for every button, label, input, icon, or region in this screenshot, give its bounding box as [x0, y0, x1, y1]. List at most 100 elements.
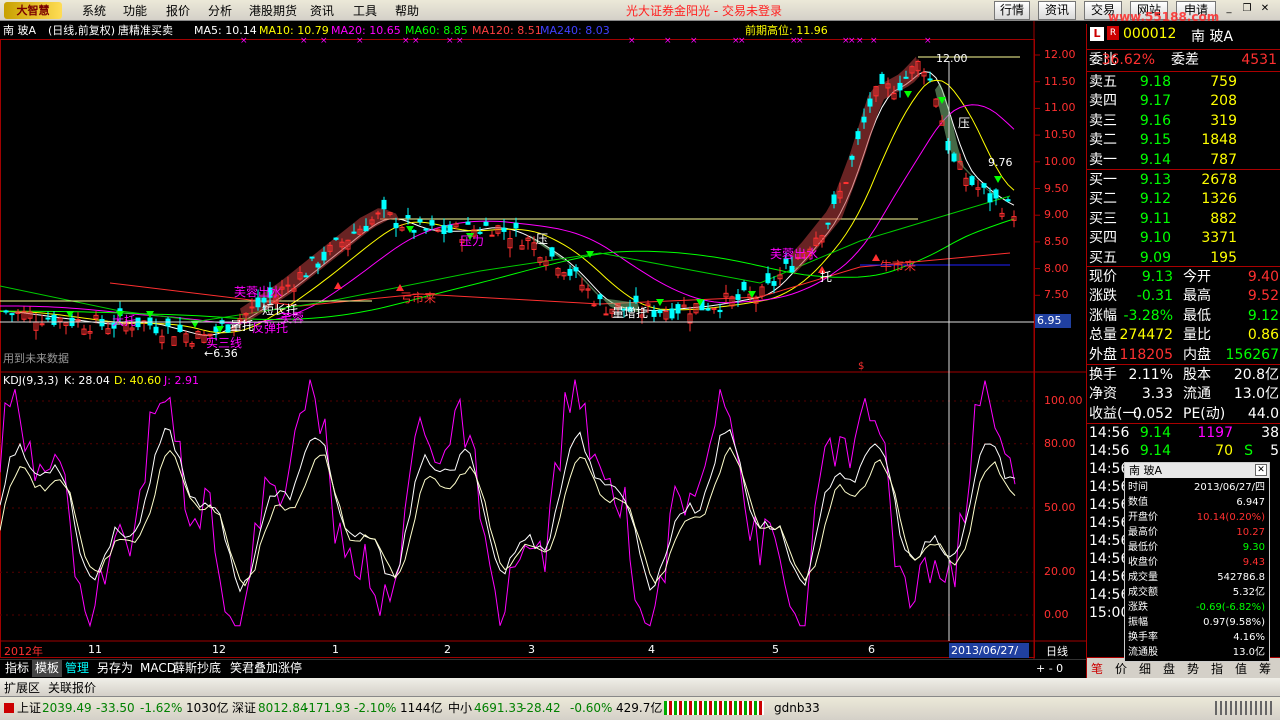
kdj-k: K: 28.04 — [64, 374, 110, 387]
tab-related-quote[interactable]: 关联报价 — [48, 679, 96, 696]
menu-help[interactable]: 帮助 — [393, 3, 421, 19]
close-icon[interactable]: ✕ — [1258, 3, 1272, 15]
menu-analysis[interactable]: 分析 — [206, 3, 234, 19]
candle-down — [867, 98, 873, 107]
candle-down — [429, 220, 435, 226]
zoom-controls[interactable]: + - 0 — [1036, 662, 1063, 675]
popup-row-value: 2013/06/27/四 — [1193, 482, 1265, 493]
signal-x-mark: × — [738, 36, 746, 46]
svg-text:$: $ — [858, 361, 864, 372]
tab-indicator[interactable]: 指标 — [2, 660, 32, 677]
popup-row: 换手率 4.16% — [1125, 630, 1269, 645]
fund-row-value: 0.052 — [1132, 405, 1173, 422]
candle-down — [657, 309, 663, 314]
stock-code: 000012 — [1123, 26, 1177, 42]
popup-row-label: 收盘价 — [1128, 557, 1158, 568]
popup-row: 成交额 5.32亿 — [1125, 585, 1269, 600]
candle-down — [351, 231, 357, 234]
tab-extension[interactable]: 扩展区 — [4, 679, 40, 696]
price-axis-tick: 7.50 — [1044, 288, 1069, 302]
candle-down — [3, 310, 9, 313]
menu-quote[interactable]: 报价 — [164, 3, 192, 19]
quote-button[interactable]: 行情 — [994, 1, 1030, 20]
quote-tab[interactable]: 细 — [1139, 660, 1151, 677]
zx-percent: -0.60% — [570, 701, 613, 715]
crosshair-cursor — [0, 61, 1034, 641]
tab-xuesi[interactable]: 薛斯抄底 — [170, 660, 224, 677]
candle-down — [831, 194, 837, 204]
stat-row-label2: 今开 — [1183, 269, 1211, 285]
date-axis-label: 1 — [332, 643, 339, 656]
quote-tab[interactable]: 笔 — [1091, 660, 1103, 677]
candle-down — [573, 267, 579, 272]
quote-tab[interactable]: 值 — [1235, 660, 1247, 677]
popup-row-label: 数值 — [1128, 497, 1148, 508]
popup-row-value: 5.32亿 — [1232, 587, 1265, 598]
stat-row-value: 274472 — [1119, 327, 1173, 344]
menu-function[interactable]: 功能 — [121, 3, 149, 19]
tab-save-as[interactable]: 另存为 — [94, 660, 136, 677]
quote-tab[interactable]: 势 — [1187, 660, 1199, 677]
buy-price: 9.12 — [1139, 191, 1171, 208]
tab-manage[interactable]: 管理 — [62, 660, 92, 677]
signal-x-mark: × — [848, 36, 856, 46]
signal-x-mark: × — [664, 36, 672, 46]
candle-down — [765, 273, 771, 284]
popup-row: 最高价 10.27 — [1125, 525, 1269, 540]
popup-row-label: 涨跌 — [1128, 602, 1148, 613]
stat-row-value: -3.28% — [1123, 307, 1173, 324]
popup-close-icon[interactable]: ✕ — [1255, 464, 1267, 476]
buy-price: 9.11 — [1139, 210, 1171, 227]
candlesticks — [3, 59, 1017, 350]
candle-down — [849, 155, 855, 160]
sh-value: 2039.49 — [42, 701, 92, 715]
menu-system[interactable]: 系统 — [80, 3, 108, 19]
cursor-date-label: 2013/06/27/四 — [949, 643, 1029, 672]
buy-level: 买三 9.11 882 — [1087, 210, 1280, 229]
quote-tab[interactable]: 盘 — [1163, 660, 1175, 677]
menu-hk-futures[interactable]: 港股期货 — [247, 3, 299, 19]
sz-amount: 1144亿 — [400, 701, 443, 715]
menu-tools[interactable]: 工具 — [351, 3, 379, 19]
quote-tab[interactable]: 指 — [1211, 660, 1223, 677]
menu-news[interactable]: 资讯 — [308, 3, 336, 19]
price-axis-tick: 11.00 — [1044, 101, 1076, 115]
future-data-label: 用到未来数据 — [3, 352, 69, 365]
tab-xiaojun[interactable]: 笑君叠加涨停 — [227, 660, 305, 677]
stat-row-label: 外盘 — [1089, 346, 1117, 363]
sh-percent: -1.62% — [140, 701, 183, 715]
stat-row-value2: 9.52 — [1247, 288, 1279, 305]
minimize-icon[interactable]: _ — [1222, 3, 1236, 15]
kdj-name[interactable]: KDJ(9,3,3) — [3, 374, 59, 387]
kdj-axis-tick: 100.00 — [1044, 394, 1083, 407]
ma-line — [0, 218, 1015, 321]
buy-label: 买三 — [1089, 210, 1117, 227]
date-axis-label: 2 — [444, 643, 451, 656]
quote-tab[interactable]: 价 — [1115, 660, 1127, 677]
popup-row-value: 4.16% — [1233, 632, 1265, 643]
candle-down — [669, 308, 675, 319]
buy-level: 买二 9.12 1326 — [1087, 190, 1280, 209]
price-chart[interactable]: × × × × × × × × × × × ×× ×× ×× × × × 芙蓉出水短长托实三线反弹托量托压压力量… — [0, 21, 1086, 659]
restore-icon[interactable]: ❐ — [1240, 3, 1254, 15]
news-button[interactable]: 资讯 — [1038, 1, 1076, 20]
popup-row: 数值 6.947 — [1125, 495, 1269, 510]
candle-down — [675, 304, 681, 314]
popup-row-value: 10.27 — [1236, 527, 1265, 538]
period-button[interactable]: 日线 — [1046, 643, 1068, 659]
buy-level: 买一 9.13 2678 — [1087, 171, 1280, 190]
tab-template[interactable]: 模板 — [32, 660, 63, 677]
tick-row: 14:56 9.14 1197 38 — [1087, 424, 1280, 443]
sell-arrow-icon — [904, 91, 912, 98]
sell-volume: 1848 — [1201, 132, 1237, 149]
signal-x-mark: × — [924, 36, 932, 46]
popup-row: 时间 2013/06/27/四 — [1125, 480, 1269, 495]
price-axis-tick: 8.00 — [1044, 261, 1069, 275]
date-axis: 2012年 11 12 1 2 3 4 5 6 — [0, 643, 1034, 658]
brand-status: 光大证券金阳光 - 交易未登录 — [626, 4, 782, 18]
scroll-indicator: $ — [858, 361, 864, 372]
date-axis-label: 5 — [772, 643, 779, 656]
quote-tab[interactable]: 筹 — [1259, 660, 1271, 677]
chart-frame — [0, 21, 1086, 659]
candle-down — [969, 176, 975, 185]
